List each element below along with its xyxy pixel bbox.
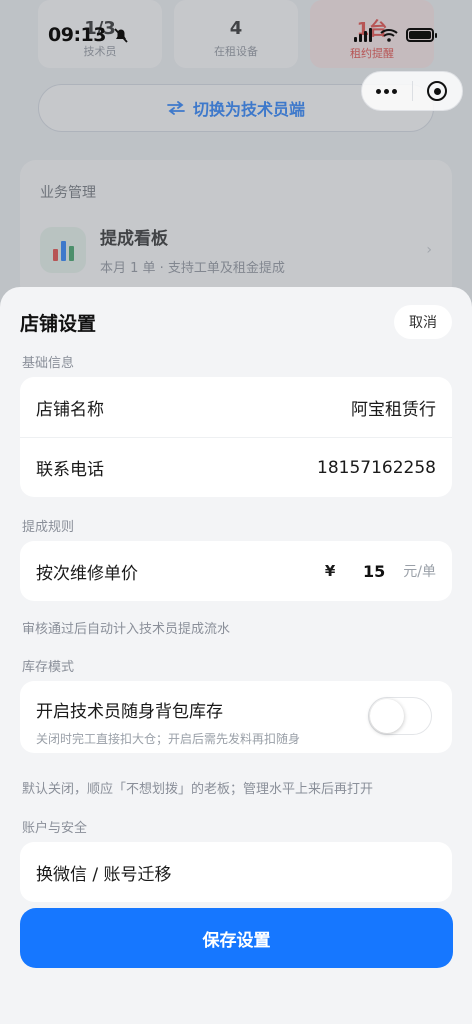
store-name-value[interactable]: 阿宝租赁行	[351, 395, 436, 420]
mute-bell-icon	[114, 28, 128, 43]
change-wechat-row[interactable]: 换微信 / 账号迁移	[20, 842, 452, 902]
section-label-inventory: 库存模式	[22, 660, 75, 675]
repair-price-input[interactable]: 15	[355, 562, 385, 581]
phone-row[interactable]: 联系电话 18157162258	[20, 437, 452, 497]
store-name-row[interactable]: 店铺名称 阿宝租赁行	[20, 377, 452, 437]
section-label-account: 账户与安全	[22, 821, 88, 836]
status-bar: 09:13	[48, 18, 437, 52]
target-close-icon	[427, 81, 448, 101]
save-settings-button[interactable]: 保存设置	[20, 908, 453, 968]
phone-value[interactable]: 18157162258	[317, 458, 436, 478]
backpack-inventory-toggle[interactable]	[368, 697, 432, 735]
section-label-basic: 基础信息	[22, 356, 75, 371]
inventory-card: 开启技术员随身背包库存 关闭时完工直接扣大仓；开启后需先发料再扣随身	[20, 681, 452, 753]
repair-price-unit: 元/单	[403, 564, 436, 580]
backpack-inventory-desc: 关闭时完工直接扣大仓；开启后需先发料再扣随身	[36, 732, 301, 746]
commission-card: 按次维修单价 ¥ 15 元/单	[20, 541, 452, 601]
store-name-label: 店铺名称	[36, 399, 104, 420]
cellular-signal-icon	[354, 28, 372, 42]
sheet-title: 店铺设置	[20, 312, 97, 335]
change-wechat-label: 换微信 / 账号迁移	[36, 864, 172, 885]
status-time: 09:13	[48, 24, 106, 46]
basic-info-card: 店铺名称 阿宝租赁行 联系电话 18157162258	[20, 377, 452, 497]
store-settings-sheet: 店铺设置 取消 基础信息 店铺名称 阿宝租赁行 联系电话 18157162258…	[0, 287, 472, 1024]
inventory-hint: 默认关闭，顺应「不想划拨」的老板；管理水平上来后再打开	[22, 782, 374, 797]
phone-label: 联系电话	[36, 460, 104, 480]
section-label-commission: 提成规则	[22, 520, 75, 535]
wifi-icon	[380, 29, 398, 42]
repair-price-label: 按次维修单价	[36, 563, 138, 584]
close-miniprogram-button[interactable]	[413, 72, 463, 110]
sheet-header: 店铺设置 取消	[20, 305, 452, 339]
toggle-knob	[370, 699, 404, 733]
currency-symbol: ¥	[324, 562, 336, 580]
more-dots-icon	[376, 88, 398, 94]
commission-hint: 审核通过后自动计入技术员提成流水	[22, 622, 231, 637]
more-menu-button[interactable]	[362, 72, 412, 110]
battery-icon	[406, 28, 437, 42]
account-card: 换微信 / 账号迁移	[20, 842, 452, 902]
cancel-button[interactable]: 取消	[394, 305, 452, 339]
miniprogram-capsule	[361, 71, 463, 111]
repair-price-row: 按次维修单价 ¥ 15 元/单	[20, 541, 452, 601]
